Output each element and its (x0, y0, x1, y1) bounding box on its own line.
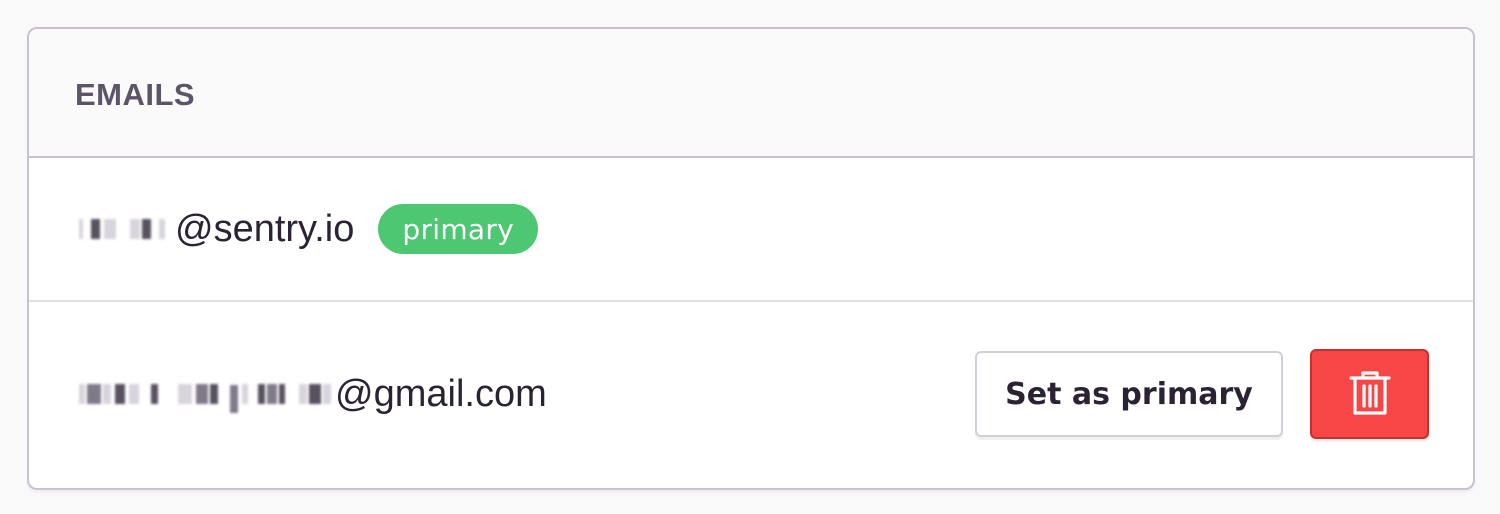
panel-title: Emails (75, 76, 196, 112)
email-domain: @sentry.io (175, 207, 355, 250)
primary-badge: primary (378, 204, 539, 254)
email-row: @sentry.io primary (29, 158, 1473, 302)
redacted-local-part (79, 378, 331, 413)
delete-email-button[interactable] (1310, 349, 1429, 439)
email-row: @gmail.com Set as primary (29, 302, 1473, 486)
email-address: @sentry.io (79, 208, 354, 251)
set-as-primary-button[interactable]: Set as primary (975, 351, 1283, 437)
emails-panel: Emails @sentry.io primary (27, 27, 1475, 490)
panel-header: Emails (29, 29, 1473, 158)
redacted-local-part (79, 213, 171, 245)
email-address: @gmail.com (79, 373, 547, 416)
trash-icon (1348, 370, 1392, 419)
email-domain: @gmail.com (335, 372, 547, 415)
